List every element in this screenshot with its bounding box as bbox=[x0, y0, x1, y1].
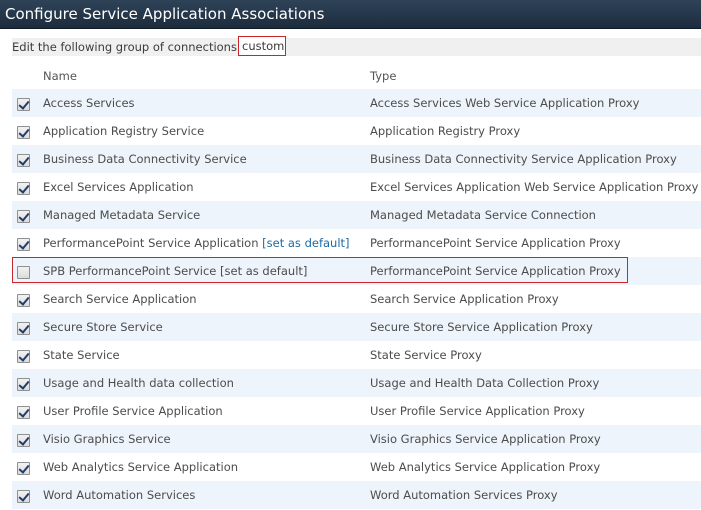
row-checkbox[interactable] bbox=[17, 266, 30, 279]
service-type: Managed Metadata Service Connection bbox=[370, 208, 596, 222]
row-checkbox[interactable] bbox=[17, 378, 30, 391]
table-row: Search Service Application Search Service… bbox=[12, 285, 701, 313]
table-row: Managed Metadata Service Managed Metadata… bbox=[12, 201, 701, 229]
service-name-label: Usage and Health data collection bbox=[43, 376, 234, 390]
service-name: Managed Metadata Service bbox=[43, 208, 200, 222]
service-type: Search Service Application Proxy bbox=[370, 292, 559, 306]
row-checkbox[interactable] bbox=[17, 350, 30, 363]
row-checkbox[interactable] bbox=[17, 210, 30, 223]
service-type: PerformancePoint Service Application Pro… bbox=[370, 236, 621, 250]
row-checkbox[interactable] bbox=[17, 434, 30, 447]
group-name-field[interactable]: custom bbox=[238, 36, 286, 56]
service-name: Excel Services Application bbox=[43, 180, 194, 194]
service-name: Usage and Health data collection bbox=[43, 376, 234, 390]
row-checkbox[interactable] bbox=[17, 490, 30, 503]
row-checkbox[interactable] bbox=[17, 462, 30, 475]
row-checkbox[interactable] bbox=[17, 182, 30, 195]
service-name: Visio Graphics Service bbox=[43, 432, 171, 446]
group-bar: Edit the following group of connections:… bbox=[12, 36, 701, 56]
service-name-label: Managed Metadata Service bbox=[43, 208, 201, 222]
table-row: PerformancePoint Service Application [se… bbox=[12, 229, 701, 257]
service-name: State Service bbox=[43, 348, 120, 362]
service-name: Business Data Connectivity Service bbox=[43, 152, 247, 166]
service-name-label: Web Analytics Service Application bbox=[43, 460, 239, 474]
set-as-default-link[interactable]: [set as default] bbox=[262, 236, 349, 250]
service-name-label: Excel Services Application bbox=[43, 180, 194, 194]
window-title: Configure Service Application Associatio… bbox=[0, 0, 701, 29]
service-type: User Profile Service Application Proxy bbox=[370, 404, 585, 418]
row-checkbox[interactable] bbox=[17, 294, 30, 307]
service-type: Web Analytics Service Application Proxy bbox=[370, 460, 601, 474]
service-name: Web Analytics Service Application bbox=[43, 460, 238, 474]
row-checkbox[interactable] bbox=[17, 238, 30, 251]
service-type: Application Registry Proxy bbox=[370, 124, 521, 138]
service-type: Excel Services Application Web Service A… bbox=[370, 180, 699, 194]
service-type: State Service Proxy bbox=[370, 348, 482, 362]
row-checkbox[interactable] bbox=[17, 98, 30, 111]
service-name: Application Registry Service bbox=[43, 124, 204, 138]
service-type: Secure Store Service Application Proxy bbox=[370, 320, 593, 334]
table-row: State Service State Service Proxy bbox=[12, 341, 701, 369]
service-name: PerformancePoint Service Application [se… bbox=[43, 236, 350, 250]
service-name: Word Automation Services bbox=[43, 488, 195, 502]
row-checkbox[interactable] bbox=[17, 154, 30, 167]
table-header: Name Type bbox=[12, 63, 701, 89]
service-name-label: Visio Graphics Service bbox=[43, 432, 171, 446]
service-name: Access Services bbox=[43, 96, 135, 110]
service-name: SPB PerformancePoint Service [set as def… bbox=[43, 264, 307, 278]
service-name-label: User Profile Service Application bbox=[43, 404, 223, 418]
service-name: Secure Store Service bbox=[43, 320, 163, 334]
table-row: Visio Graphics Service Visio Graphics Ser… bbox=[12, 425, 701, 453]
table-row: Web Analytics Service Application Web Ana… bbox=[12, 453, 701, 481]
group-label: Edit the following group of connections: bbox=[12, 40, 241, 54]
service-name: User Profile Service Application bbox=[43, 404, 223, 418]
service-name-label: State Service bbox=[43, 348, 120, 362]
service-name-label: Business Data Connectivity Service bbox=[43, 152, 247, 166]
table-row: Usage and Health data collection Usage an… bbox=[12, 369, 701, 397]
service-type: Visio Graphics Service Application Proxy bbox=[370, 432, 601, 446]
service-name-label: Search Service Application bbox=[43, 292, 197, 306]
service-type: Usage and Health Data Collection Proxy bbox=[370, 376, 600, 390]
table-row: Access Services Access Services Web Servi… bbox=[12, 89, 701, 117]
row-checkbox[interactable] bbox=[17, 126, 30, 139]
row-checkbox[interactable] bbox=[17, 322, 30, 335]
table-row: Excel Services Application Excel Services… bbox=[12, 173, 701, 201]
service-name-label: Application Registry Service bbox=[43, 124, 205, 138]
column-header-type: Type bbox=[370, 69, 397, 83]
row-checkbox[interactable] bbox=[17, 406, 30, 419]
column-header-name: Name bbox=[43, 69, 77, 83]
service-name: Search Service Application bbox=[43, 292, 197, 306]
service-name-label: SPB PerformancePoint Service [set as def… bbox=[43, 264, 308, 278]
service-name-label: Access Services bbox=[43, 96, 135, 110]
service-name-label: PerformancePoint Service Application bbox=[43, 236, 259, 250]
service-type: Word Automation Services Proxy bbox=[370, 488, 558, 502]
service-type: PerformancePoint Service Application Pro… bbox=[370, 264, 621, 278]
table-row: Secure Store Service Secure Store Service… bbox=[12, 313, 701, 341]
table-row: Application Registry Service Application … bbox=[12, 117, 701, 145]
table-row: SPB PerformancePoint Service [set as def… bbox=[12, 257, 701, 285]
table-row: Business Data Connectivity Service Busine… bbox=[12, 145, 701, 173]
service-name-label: Word Automation Services bbox=[43, 488, 196, 502]
table-row: User Profile Service Application User Pro… bbox=[12, 397, 701, 425]
service-type: Access Services Web Service Application … bbox=[370, 96, 640, 110]
table-row: Word Automation Services Word Automation … bbox=[12, 481, 701, 509]
service-name-label: Secure Store Service bbox=[43, 320, 163, 334]
service-type: Business Data Connectivity Service Appli… bbox=[370, 152, 677, 166]
